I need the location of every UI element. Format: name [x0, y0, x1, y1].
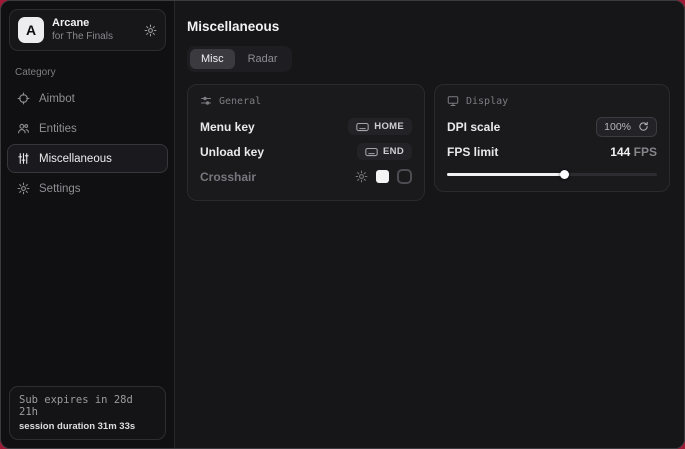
crosshair-color-swatch[interactable] — [376, 170, 389, 183]
sidebar-nav: Aimbot Entities Miscellaneous — [1, 82, 174, 205]
main-content: Miscellaneous Misc Radar General Menu ke… — [175, 1, 684, 448]
tab-radar[interactable]: Radar — [237, 49, 289, 69]
dpi-scale-label: DPI scale — [447, 120, 500, 134]
menu-key-label: Menu key — [200, 120, 255, 134]
sidebar-item-label: Miscellaneous — [39, 153, 112, 165]
dpi-scale-row: DPI scale 100% — [447, 115, 657, 138]
crosshair-controls — [355, 169, 412, 184]
dpi-scale-control[interactable]: 100% — [596, 117, 657, 137]
unload-key-row: Unload key END — [200, 140, 412, 163]
sliders-horizontal-icon — [200, 95, 212, 107]
brand-avatar: A — [18, 17, 44, 43]
fps-limit-row: FPS limit 144 FPS — [447, 140, 657, 163]
app-window: A Arcane for The Finals Category — [0, 0, 685, 449]
display-card: Display DPI scale 100% FPS limit — [434, 84, 670, 192]
sidebar-item-entities[interactable]: Entities — [7, 114, 168, 143]
general-card-title: General — [219, 96, 261, 107]
fps-limit-value: 144 FPS — [610, 145, 657, 159]
sub-expiry-text: Sub expires in 28d 21h — [19, 394, 156, 418]
sidebar-item-settings[interactable]: Settings — [7, 174, 168, 203]
slider-handle[interactable] — [560, 170, 569, 179]
fps-unit: FPS — [634, 145, 657, 159]
crosshair-icon — [17, 92, 30, 105]
menu-key-value: HOME — [374, 121, 404, 132]
fps-limit-label: FPS limit — [447, 145, 498, 159]
brand-gear-icon[interactable] — [144, 24, 157, 37]
crosshair-settings-gear-icon[interactable] — [355, 170, 368, 183]
brand-text: Arcane for The Finals — [52, 17, 136, 43]
menu-key-button[interactable]: HOME — [348, 118, 412, 135]
sidebar-item-label: Aimbot — [39, 93, 75, 105]
tab-bar: Misc Radar — [187, 46, 292, 72]
sidebar-item-label: Settings — [39, 183, 81, 195]
cards-row: General Menu key HOME Unload key — [187, 84, 670, 201]
brand-card: A Arcane for The Finals — [9, 9, 166, 51]
tab-misc[interactable]: Misc — [190, 49, 235, 69]
fps-number: 144 — [610, 145, 630, 159]
sliders-icon — [17, 152, 30, 165]
keyboard-icon — [356, 122, 369, 132]
menu-key-row: Menu key HOME — [200, 115, 412, 138]
crosshair-row: Crosshair — [200, 165, 412, 188]
unload-key-value: END — [383, 146, 404, 157]
crosshair-checkbox[interactable] — [397, 169, 412, 184]
users-icon — [17, 122, 30, 135]
session-duration-text: session duration 31m 33s — [19, 421, 156, 432]
fps-limit-slider[interactable] — [447, 169, 657, 179]
brand-subtitle: for The Finals — [52, 31, 136, 44]
gear-icon — [17, 182, 30, 195]
keyboard-icon — [365, 147, 378, 157]
dpi-scale-value: 100% — [604, 121, 631, 133]
page-title: Miscellaneous — [187, 19, 670, 34]
refresh-icon[interactable] — [638, 121, 649, 132]
unload-key-label: Unload key — [200, 145, 264, 159]
sidebar-item-label: Entities — [39, 123, 77, 135]
subscription-card: Sub expires in 28d 21h session duration … — [9, 386, 166, 440]
general-card: General Menu key HOME Unload key — [187, 84, 425, 201]
sidebar-item-aimbot[interactable]: Aimbot — [7, 84, 168, 113]
sidebar-item-miscellaneous[interactable]: Miscellaneous — [7, 144, 168, 173]
display-card-title: Display — [466, 96, 508, 107]
brand-title: Arcane — [52, 17, 136, 31]
category-label: Category — [1, 59, 174, 82]
display-card-header: Display — [447, 95, 657, 107]
crosshair-label: Crosshair — [200, 170, 256, 184]
monitor-icon — [447, 95, 459, 107]
slider-fill — [447, 173, 565, 176]
sidebar: A Arcane for The Finals Category — [1, 1, 175, 448]
sidebar-spacer — [1, 205, 174, 378]
unload-key-button[interactable]: END — [357, 143, 412, 160]
general-card-header: General — [200, 95, 412, 107]
